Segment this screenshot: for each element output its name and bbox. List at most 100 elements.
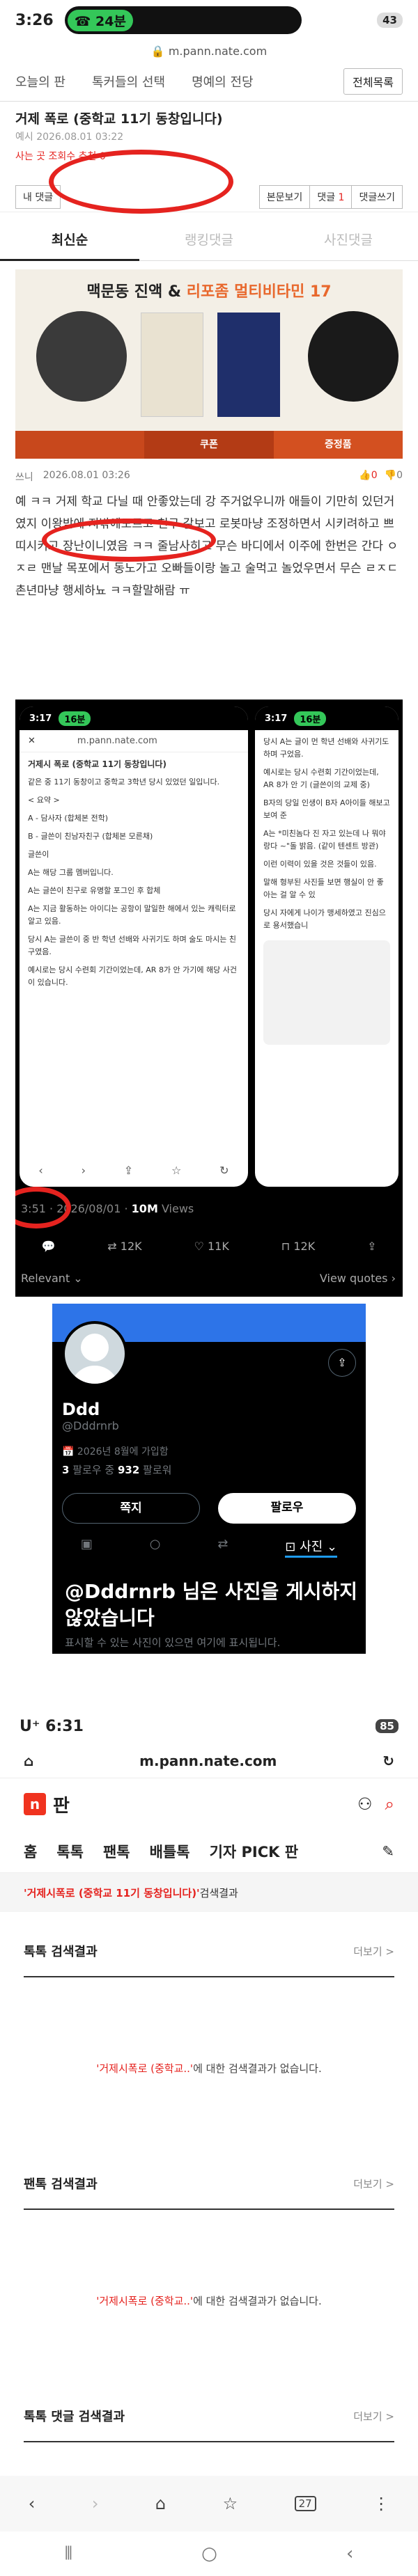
back-icon[interactable]: ‹	[29, 2494, 36, 2513]
ad-gift[interactable]: 증정품	[273, 431, 403, 459]
search-icon[interactable]: ⌕	[385, 1794, 394, 1814]
write-comment-button[interactable]: 댓글쓰기	[352, 184, 403, 209]
share-icon[interactable]: ⇪	[367, 1240, 376, 1253]
back-button-icon[interactable]: ‹	[346, 2543, 353, 2564]
left-phone-line-4: B - 글쓴이 친남자친구 (합체본 모른채)	[28, 832, 153, 841]
tab-today[interactable]: 오늘의 판	[15, 72, 65, 90]
view-body-button[interactable]: 본문보기	[258, 184, 311, 209]
main-nav: 홈 톡톡 팬톡 배틀톡 기자 PICK 판 ✎	[0, 1830, 418, 1873]
photo-tab[interactable]: ⊡ 사진 ⌄	[285, 1537, 338, 1558]
tabs-count[interactable]: 27	[294, 2496, 316, 2511]
empty-title: @Dddrnrb 님은 사진을 게시하지 않았습니다	[65, 1580, 358, 1629]
logo[interactable]: n	[24, 1793, 46, 1815]
reply-icon[interactable]: 💬	[41, 1240, 55, 1253]
close-icon: ✕	[28, 736, 36, 746]
tab-photo[interactable]: 사진댓글	[279, 219, 418, 261]
left-phone-status: 3:17 16분	[20, 706, 248, 730]
retweet-button[interactable]: ⇄ 12K	[107, 1240, 141, 1253]
comments-button[interactable]: 댓글 1	[310, 184, 353, 209]
right-phone-image[interactable]: 3:17 16분 당시 A는 글이 먼 학년 선배와 사귀기도 하며 구었음. 예…	[255, 706, 398, 1187]
browser-bottom-bar: ‹ › ⌂ ☆ 27 ⋮	[0, 2476, 418, 2531]
left-phone-image[interactable]: 3:17 16분 ✕ m.pann.nate.com 거제시 폭로 (중학교 11…	[20, 706, 248, 1187]
ad-coupon[interactable]: 쿠폰	[144, 431, 274, 459]
forward-icon[interactable]: ›	[92, 2494, 99, 2513]
comment-author: 쓰니	[15, 472, 33, 483]
message-button[interactable]: 쪽지	[62, 1493, 200, 1524]
call-indicator: ☎ 24분	[67, 9, 133, 31]
more-link-2[interactable]: 더보기 >	[353, 2176, 394, 2191]
relevant-dropdown[interactable]: Relevant ⌄	[21, 1272, 83, 1285]
battery-indicator: 43	[377, 13, 403, 28]
tweet-meta: 3:51 · 2026/08/01 · 10M Views	[21, 1202, 194, 1215]
joined-date: 📅 2026년 8월에 가입함	[62, 1446, 169, 1457]
url-bar-2[interactable]: ⌂ m.pann.nate.com ↻	[0, 1744, 418, 1778]
bookmark-icon: ☆	[171, 1164, 182, 1177]
url-bar[interactable]: 🔒 m.pann.nate.com	[0, 40, 418, 61]
refresh-icon[interactable]: ↻	[382, 1753, 394, 1769]
avatar-head	[81, 1334, 109, 1361]
left-phone-line-5: 글쓴이	[28, 850, 49, 859]
tab-talker-choice[interactable]: 톡커들의 선택	[92, 72, 165, 90]
avatar[interactable]	[62, 1321, 127, 1386]
follow-button[interactable]: 팔로우	[218, 1493, 356, 1524]
my-comments-button[interactable]: 내 댓글	[15, 184, 61, 209]
share-profile-icon[interactable]: ⇪	[328, 1349, 356, 1377]
user-icon[interactable]: ⚇	[357, 1794, 373, 1814]
ad-circle-left	[36, 311, 127, 402]
view-quotes-link[interactable]: View quotes ›	[320, 1272, 396, 1285]
like-button[interactable]: ♡ 11K	[194, 1240, 229, 1253]
status-time-2: 6:31	[45, 1717, 84, 1735]
nav-reporter-pick[interactable]: 기자 PICK 판	[210, 1841, 298, 1862]
ad-headline: 맥문동 진액 & 리포좀 멀티비타민 17	[86, 283, 332, 301]
write-icon[interactable]: ✎	[382, 1843, 394, 1860]
nav-toktok[interactable]: 톡톡	[56, 1841, 84, 1862]
nav-fantok[interactable]: 팬톡	[103, 1841, 130, 1862]
comment-text: 예 ㅋㅋ 거제 학교 다닐 때 안좋았는데 강 주거없우니까 애들이 기만히 있…	[15, 495, 398, 598]
tab-latest[interactable]: 최신순	[0, 219, 139, 261]
right-phone-line-5: 이런 이력이 있을 것은 것들이 있음.	[263, 860, 377, 869]
comment-up[interactable]: 👍0	[359, 470, 377, 484]
site-name[interactable]: 판	[53, 1792, 70, 1817]
full-list-button[interactable]: 전체목록	[343, 68, 403, 95]
ad-circle-right	[308, 311, 398, 402]
left-phone-line-10: 예시로는 당시 수련회 기간이었는데, AR 8가 안 가기에 해당 사건이 있…	[28, 965, 238, 987]
ad-banner[interactable]: 맥문동 진액 & 리포좀 멀티비타민 17 쿠폰 증정품	[15, 269, 403, 459]
menu-icon[interactable]: ⋮	[373, 2494, 389, 2513]
home-button-icon[interactable]: ○	[201, 2543, 217, 2564]
recents-icon[interactable]: ⦀	[65, 2543, 72, 2565]
image-tab-icon[interactable]: ▣	[81, 1537, 93, 1558]
home-icon[interactable]: ⌂	[155, 2494, 166, 2513]
left-phone-title: 거제시 폭로 (중학교 11기 동창입니다)	[28, 759, 167, 769]
comment-date: 2026.08.01 03:26	[42, 470, 130, 481]
nav-battletok[interactable]: 배틀톡	[150, 1841, 190, 1862]
pann-search-screenshot: U⁺ 6:31 85 ⌂ m.pann.nate.com ↻ n 판 ⚇ ⌕ 홈…	[0, 1709, 418, 2576]
right-phone-line-1: 당시 A는 글이 먼 학년 선배와 사귀기도 하며 구었음.	[263, 737, 389, 759]
bookmark-button[interactable]: ⊓ 12K	[281, 1240, 315, 1253]
profile-name: Ddd	[62, 1400, 100, 1419]
status-bar: 3:26 ☎ 24분 43	[0, 0, 418, 40]
left-phone-url: m.pann.nate.com	[77, 736, 157, 746]
status-time: 3:26	[15, 11, 54, 29]
reply-tab-icon[interactable]: ○	[150, 1537, 161, 1558]
section-fantok: 팬톡 검색결과 더보기 >	[24, 2158, 394, 2210]
empty-subtitle: 표시할 수 있는 사진이 있으면 여기에 표시됩니다.	[65, 1636, 281, 1649]
ad-foot-left	[15, 431, 145, 459]
more-link-3[interactable]: 더보기 >	[353, 2409, 394, 2424]
tab-ranking[interactable]: 랭킹댓글	[139, 219, 279, 261]
repost-tab-icon[interactable]: ⇄	[217, 1537, 228, 1558]
left-phone-line-1: 같은 중 11기 동창이고 중학교 3학년 당시 있었던 일입니다.	[28, 777, 220, 787]
bookmark-icon[interactable]: ☆	[223, 2494, 238, 2513]
comment-down[interactable]: 👎0	[385, 470, 403, 484]
nav-home[interactable]: 홈	[24, 1841, 37, 1862]
post-meta-2: 사는 곳 조회수 추천 0	[15, 151, 106, 162]
home-icon[interactable]: ⌂	[24, 1753, 33, 1769]
right-phone-line-3: B자의 당일 인생이 B자 A아이들 해보고 보여 준	[263, 798, 390, 820]
right-phone-status: 3:17 16분	[255, 706, 398, 730]
more-link-1[interactable]: 더보기 >	[353, 1944, 394, 1959]
tab-hall-of-fame[interactable]: 명예의 전당	[192, 72, 254, 90]
right-phone-line-7: 당시 자에게 나이가 맹세하였고 진심으로 용서했습니	[263, 908, 386, 930]
ad-footer: 쿠폰 증정품	[15, 431, 403, 459]
refresh-icon: ↻	[219, 1164, 229, 1177]
follow-counts[interactable]: 3 팔로우 중 932 팔로워	[62, 1462, 171, 1477]
left-phone-browser-bar: ✕ m.pann.nate.com	[20, 730, 248, 752]
